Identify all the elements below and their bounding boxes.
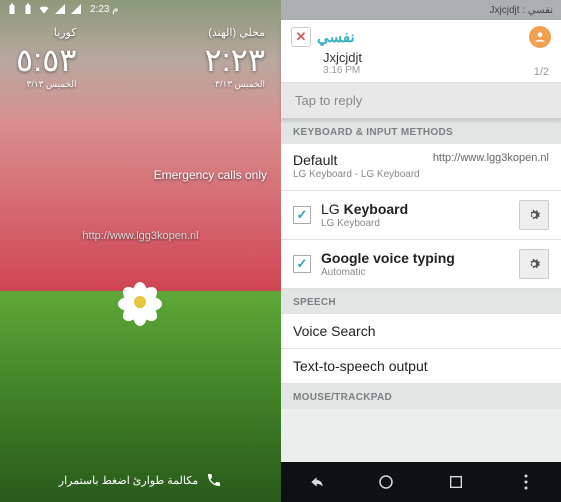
- battery-icon: [6, 3, 18, 15]
- signal-icon: [54, 3, 66, 15]
- emergency-call-hint[interactable]: مكالمة طوارئ اضغط باستمرار: [0, 472, 281, 488]
- clock-korea: كوريا ٥:٥٣ الخميس ٣/١٣: [16, 26, 76, 90]
- signal-icon: [70, 3, 82, 15]
- clock-date: الخميس ٣/١٣: [26, 79, 76, 90]
- google-voice-title: Google voice typing: [321, 250, 519, 266]
- status-bar-left: 2:23 م: [0, 0, 281, 18]
- checkbox-google-voice[interactable]: [293, 255, 311, 273]
- row-tts-output[interactable]: Text-to-speech output: [281, 349, 561, 384]
- hint-label: مكالمة طوارئ اضغط باستمرار: [59, 474, 198, 487]
- gear-icon: [526, 256, 542, 272]
- battery-icon: [22, 3, 34, 15]
- default-label: Default: [293, 152, 337, 168]
- phone-icon: [206, 472, 222, 488]
- notif-sender: Jxjcjdjt: [323, 50, 549, 65]
- clock-label: كوريا: [54, 26, 77, 39]
- wallpaper-flower: [120, 282, 160, 322]
- heads-up-notification[interactable]: ✕ نفسي Jxjcjdjt 3:16 PM 1/2 Tap to reply: [281, 20, 561, 119]
- voice-search-title: Voice Search: [293, 323, 549, 339]
- wifi-icon: [38, 3, 50, 15]
- recent-icon: [448, 474, 464, 490]
- section-speech: SPEECH: [281, 289, 561, 314]
- settings-button-lg[interactable]: [519, 200, 549, 230]
- gear-icon: [526, 207, 542, 223]
- default-sub: LG Keyboard - LG Keyboard: [293, 169, 549, 180]
- row-default-keyboard[interactable]: Default http://www.lgg3kopen.nl LG Keybo…: [281, 144, 561, 191]
- section-keyboard-input: KEYBOARD & INPUT METHODS: [281, 119, 561, 144]
- back-icon: [306, 474, 326, 490]
- clock-date: الخميس ٣/١٣: [215, 79, 265, 90]
- notif-count: 1/2: [534, 66, 549, 78]
- row-voice-search[interactable]: Voice Search: [281, 314, 561, 349]
- status-clock: 2:23 م: [90, 4, 118, 15]
- nav-menu-button[interactable]: [506, 467, 546, 497]
- lock-screen: 2:23 م كوريا ٥:٥٣ الخميس ٣/١٣ محلي (الهن…: [0, 0, 281, 502]
- reply-input[interactable]: Tap to reply: [281, 82, 561, 118]
- nav-home-button[interactable]: [366, 467, 406, 497]
- tts-title: Text-to-speech output: [293, 358, 549, 374]
- section-mouse: MOUSE/TRACKPAD: [281, 384, 561, 409]
- status-bar-right: نفسي : Jxjcjdjt: [281, 0, 561, 20]
- watermark-text: http://www.lgg3kopen.nl: [82, 230, 198, 242]
- nav-back-button[interactable]: [296, 467, 336, 497]
- row-lg-keyboard[interactable]: LG Keyboard LG Keyboard: [281, 191, 561, 240]
- watermark-text: http://www.lgg3kopen.nl: [433, 152, 549, 168]
- clock-label: محلي (الهند): [208, 26, 265, 39]
- clock-time: ٢:٢٣: [205, 41, 265, 79]
- checkbox-lg-keyboard[interactable]: [293, 206, 311, 224]
- notif-time: 3:16 PM: [323, 65, 549, 76]
- notif-title: نفسي: [317, 28, 355, 46]
- lg-keyboard-sub: LG Keyboard: [321, 218, 519, 229]
- settings-button-google[interactable]: [519, 249, 549, 279]
- settings-screen: نفسي : Jxjcjdjt ✕ نفسي Jxjcjdjt 3:16 PM …: [281, 0, 561, 502]
- close-button[interactable]: ✕: [291, 27, 311, 47]
- home-icon: [377, 473, 395, 491]
- clock-time: ٥:٥٣: [16, 41, 76, 79]
- clock-widgets: كوريا ٥:٥٣ الخميس ٣/١٣ محلي (الهند) ٢:٢٣…: [0, 26, 281, 90]
- navigation-bar: [281, 462, 561, 502]
- clock-local: محلي (الهند) ٢:٢٣ الخميس ٣/١٣: [205, 26, 265, 90]
- nav-recent-button[interactable]: [436, 467, 476, 497]
- lg-keyboard-title: LG Keyboard: [321, 201, 519, 217]
- emergency-text: Emergency calls only: [154, 168, 267, 182]
- status-notif-text: نفسي : Jxjcjdjt: [490, 5, 553, 16]
- row-google-voice-typing[interactable]: Google voice typing Automatic: [281, 240, 561, 289]
- menu-icon: [523, 473, 529, 491]
- avatar-icon: [529, 26, 551, 48]
- google-voice-sub: Automatic: [321, 267, 519, 278]
